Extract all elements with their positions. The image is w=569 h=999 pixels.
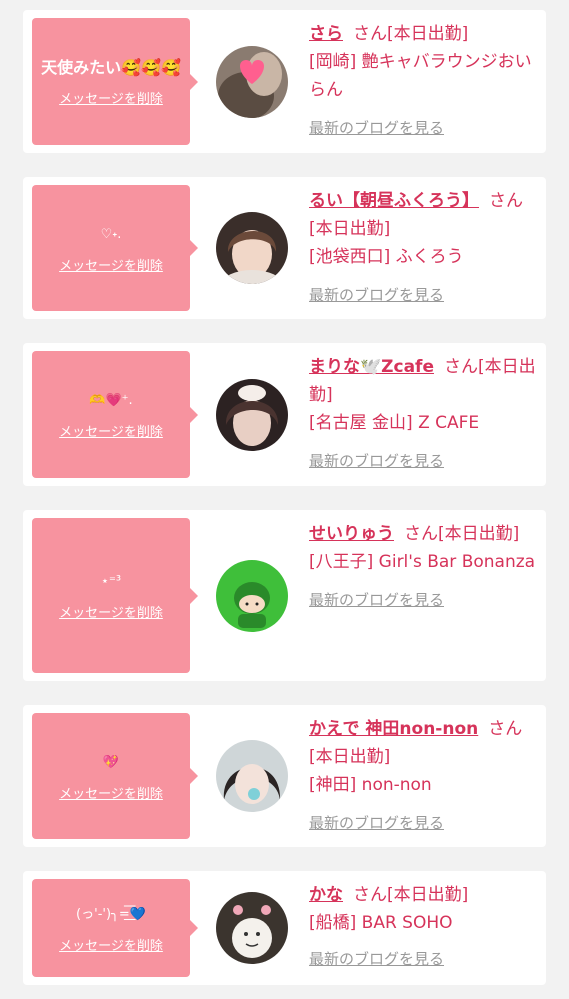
shop-name: BAR SOHO <box>361 913 453 933</box>
avatar-photo-icon <box>216 378 288 451</box>
shop-area: [名古屋 金山] <box>309 413 413 433</box>
status-text: [本日出勤] <box>438 524 520 544</box>
cast-info: かな さん[本日出勤] [船橋] BAR SOHO 最新のブログを見る <box>309 871 546 985</box>
message-bubble: 💖 メッセージを削除 <box>32 713 198 839</box>
delete-message-link[interactable]: メッセージを削除 <box>59 602 163 621</box>
cast-name-link[interactable]: まりな🕊️Zcafe <box>309 357 434 377</box>
list-item: 💖 メッセージを削除 かえで 神田non-non さん [本日出勤] [神田] no… <box>23 705 546 847</box>
avatar[interactable] <box>216 559 288 632</box>
avatar-photo-icon <box>216 740 288 812</box>
cast-name-link[interactable]: るい【朝昼ふくろう】 <box>309 191 479 211</box>
message-bubble: ⋆⁼³ メッセージを削除 <box>32 518 198 673</box>
avatar[interactable] <box>216 45 288 118</box>
message-list: 天使みたい🥰🥰🥰 メッセージを削除 さら さん[本日出勤] [岡崎] 艶キャバラウ… <box>0 0 569 985</box>
latest-blog-link[interactable]: 最新のブログを見る <box>309 281 538 309</box>
cast-name-link[interactable]: せいりゅう <box>309 524 394 544</box>
avatar-photo-icon <box>216 45 288 118</box>
avatar-photo-icon <box>216 892 288 964</box>
latest-blog-link[interactable]: 最新のブログを見る <box>309 809 538 837</box>
message-bubble: 天使みたい🥰🥰🥰 メッセージを削除 <box>32 18 198 145</box>
shop-area: [神田] <box>309 775 357 795</box>
avatar-illustration-icon <box>216 559 288 632</box>
shop-info: [岡崎] 艶キャバラウンジおいらん <box>309 48 538 104</box>
list-item: 天使みたい🥰🥰🥰 メッセージを削除 さら さん[本日出勤] [岡崎] 艶キャバラウ… <box>23 10 546 153</box>
shop-info: [八王子] Girl's Bar Bonanza <box>309 548 538 576</box>
cast-info: かえで 神田non-non さん [本日出勤] [神田] non-non 最新のブロ… <box>309 705 546 847</box>
list-item: 🫶💗⁺. メッセージを削除 まりな🕊️Zcafe さん[本日出勤] [名古屋 金山… <box>23 343 546 486</box>
delete-message-link[interactable]: メッセージを削除 <box>59 88 163 107</box>
message-text: ♡˖. <box>100 226 122 242</box>
message-text: 🫶💗⁺. <box>89 393 133 408</box>
shop-area: [岡崎] <box>309 52 357 72</box>
cast-info: まりな🕊️Zcafe さん[本日出勤] [名古屋 金山] Z CAFE 最新のブロ… <box>309 343 546 486</box>
cast-info: さら さん[本日出勤] [岡崎] 艶キャバラウンジおいらん 最新のブログを見る <box>309 10 546 153</box>
shop-name: non-non <box>361 775 432 795</box>
honorific: さん <box>488 719 523 739</box>
cast-name-link[interactable]: かな <box>309 885 343 905</box>
cast-name-link[interactable]: さら <box>309 24 343 44</box>
shop-info: [神田] non-non <box>309 771 538 799</box>
shop-area: [池袋西口] <box>309 247 391 267</box>
shop-info: [池袋西口] ふくろう <box>309 243 538 271</box>
cast-info: るい【朝昼ふくろう】 さん [本日出勤] [池袋西口] ふくろう 最新のブログを見る <box>309 177 546 319</box>
status-text: [本日出勤] <box>309 747 391 767</box>
status-text: [本日出勤] <box>309 219 391 239</box>
avatar-photo-icon <box>216 212 288 284</box>
honorific: さん <box>489 191 523 211</box>
list-item: ⋆⁼³ メッセージを削除 せいりゅう さん[本日出勤] [八王子] Girl's … <box>23 510 546 681</box>
shop-info: [名古屋 金山] Z CAFE <box>309 409 538 437</box>
message-bubble: 🫶💗⁺. メッセージを削除 <box>32 351 198 478</box>
honorific: さん <box>353 24 387 44</box>
shop-area: [船橋] <box>309 913 357 933</box>
honorific: さん <box>404 524 438 544</box>
cast-name-link[interactable]: かえで 神田non-non <box>309 719 478 739</box>
honorific: さん <box>353 885 387 905</box>
avatar[interactable] <box>216 212 288 284</box>
honorific: さん <box>443 357 478 377</box>
shop-name: Z CAFE <box>418 413 480 433</box>
avatar[interactable] <box>216 740 288 812</box>
delete-message-link[interactable]: メッセージを削除 <box>59 255 163 274</box>
latest-blog-link[interactable]: 最新のブログを見る <box>309 447 538 475</box>
status-text: [本日出勤] <box>387 24 469 44</box>
shop-name: ふくろう <box>395 247 464 267</box>
latest-blog-link[interactable]: 最新のブログを見る <box>309 945 538 973</box>
message-text: (っ'-')╮=͟͟͞͞💙 <box>76 906 146 922</box>
shop-name: Girl's Bar Bonanza <box>378 552 536 572</box>
message-bubble: (っ'-')╮=͟͟͞͞💙 メッセージを削除 <box>32 879 198 977</box>
message-text: 💖 <box>102 754 120 770</box>
delete-message-link[interactable]: メッセージを削除 <box>59 421 163 440</box>
delete-message-link[interactable]: メッセージを削除 <box>59 783 163 802</box>
list-item: ♡˖. メッセージを削除 るい【朝昼ふくろう】 さん [本日出勤] [池袋西口] ふ… <box>23 177 546 319</box>
status-text: [本日出勤] <box>387 885 469 905</box>
latest-blog-link[interactable]: 最新のブログを見る <box>309 586 538 614</box>
list-item: (っ'-')╮=͟͟͞͞💙 メッセージを削除 かな さん[本日出勤] [船橋] B… <box>23 871 546 985</box>
message-text: 天使みたい🥰🥰🥰 <box>41 58 181 77</box>
avatar[interactable] <box>216 892 288 964</box>
cast-info: せいりゅう さん[本日出勤] [八王子] Girl's Bar Bonanza 最… <box>309 510 546 681</box>
message-text: ⋆⁼³ <box>100 574 122 589</box>
latest-blog-link[interactable]: 最新のブログを見る <box>309 114 538 142</box>
shop-area: [八王子] <box>309 552 374 572</box>
message-bubble: ♡˖. メッセージを削除 <box>32 185 198 311</box>
delete-message-link[interactable]: メッセージを削除 <box>59 935 163 954</box>
avatar[interactable] <box>216 378 288 451</box>
shop-info: [船橋] BAR SOHO <box>309 909 538 937</box>
